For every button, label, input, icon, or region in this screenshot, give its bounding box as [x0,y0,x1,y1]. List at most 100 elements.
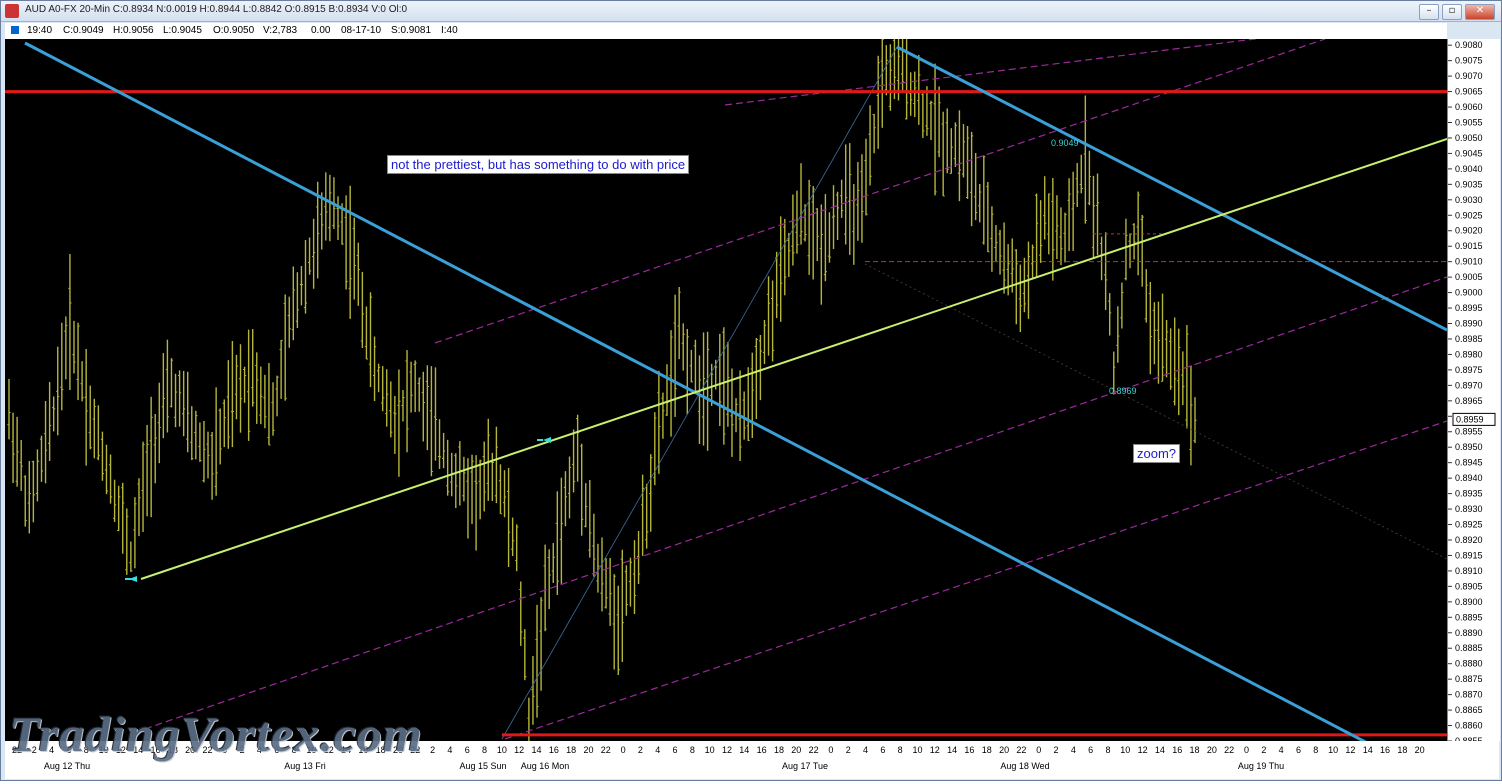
time-tick-label: 16 [757,745,767,755]
time-tick-label: 12 [1345,745,1355,755]
price-tick-label: 0.9050 [1455,133,1483,143]
time-tick-label: 14 [1363,745,1373,755]
price-tick-label: 0.8885 [1455,643,1483,653]
chart-canvas[interactable]: 0.9049 0.8969 [5,23,1448,755]
price-tick-label: 0.8945 [1455,458,1483,468]
price-tick-label: 0.9025 [1455,210,1483,220]
price-tick-label: 0.8905 [1455,581,1483,591]
info-open: O:0.9050 [213,25,255,36]
time-tick-label: 16 [1172,745,1182,755]
low-point-label: 0.8969 [1109,386,1137,396]
time-tick-label: 12 [514,745,524,755]
time-tick-label: 4 [447,745,452,755]
price-tick-label: 0.8935 [1455,489,1483,499]
time-tick-label: 18 [1190,745,1200,755]
maximize-button[interactable]: ▫ [1442,4,1462,20]
info-i: I:40 [441,25,458,36]
price-tick-label: 0.9040 [1455,164,1483,174]
current-price-label: 0.8959 [1456,414,1484,424]
zoom-annotation-note: zoom? [1133,444,1181,463]
time-tick-label: 0 [1244,745,1249,755]
price-tick-label: 0.8950 [1455,442,1483,452]
time-tick-label: 22 [1224,745,1234,755]
info-close: C:0.9049 [63,25,104,36]
time-tick-label: 8 [1313,745,1318,755]
time-tick-label: 0 [828,745,833,755]
time-tick-label: 4 [1279,745,1284,755]
time-tick-label: 6 [880,745,885,755]
time-tick-label: 10 [912,745,922,755]
time-tick-label: 8 [1105,745,1110,755]
time-tick-label: 2 [638,745,643,755]
info-low: L:0.9045 [163,25,202,36]
price-tick-label: 0.9035 [1455,179,1483,189]
time-tick-label: 16 [964,745,974,755]
price-tick-label: 0.8870 [1455,690,1483,700]
price-tick-label: 0.9030 [1455,195,1483,205]
price-chart[interactable]: 0.9049 0.8969 [5,23,1448,755]
time-tick-label: 10 [497,745,507,755]
time-tick-label: 2 [846,745,851,755]
price-tick-label: 0.9005 [1455,272,1483,282]
price-tick-label: 0.8970 [1455,380,1483,390]
time-tick-label: 4 [863,745,868,755]
price-tick-label: 0.8880 [1455,659,1483,669]
watermark-logo: TradingVortex.com [9,706,423,762]
time-tick-label: 12 [930,745,940,755]
time-tick-label: 14 [1155,745,1165,755]
time-tick-label: 22 [1016,745,1026,755]
time-tick-label: 0 [1036,745,1041,755]
price-tick-label: 0.9060 [1455,102,1483,112]
time-tick-label: 4 [655,745,660,755]
time-tick-label: 14 [739,745,749,755]
price-tick-label: 0.9045 [1455,148,1483,158]
price-axis[interactable]: 0.9080 0.9075 0.9070 0.9065 0.9060 0.9055 0.90… [1447,39,1500,746]
time-tick-label: 20 [583,745,593,755]
price-tick-label: 0.8900 [1455,597,1483,607]
close-button[interactable]: ✕ [1465,4,1495,20]
date-label: Aug 19 Thu [1238,761,1284,771]
info-s: S:0.9081 [391,25,432,36]
window-title: AUD A0-FX 20-Min C:0.8934 N:0.0019 H:0.8… [25,4,408,15]
price-tick-label: 0.8925 [1455,520,1483,530]
price-tick-label: 0.8875 [1455,674,1483,684]
date-label: Aug 18 Wed [1000,761,1049,771]
price-annotation-note: not the prettiest, but has something to … [387,155,690,174]
time-tick-label: 18 [566,745,576,755]
minimize-button[interactable]: – [1419,4,1439,20]
time-tick-label: 0 [621,745,626,755]
price-tick-label: 0.9020 [1455,226,1483,236]
time-tick-label: 2 [1261,745,1266,755]
date-label: Aug 16 Mon [521,761,570,771]
time-tick-label: 12 [1138,745,1148,755]
price-tick-label: 0.8965 [1455,396,1483,406]
title-bar[interactable]: AUD A0-FX 20-Min C:0.8934 N:0.0019 H:0.8… [1,1,1501,22]
time-tick-label: 8 [482,745,487,755]
price-tick-label: 0.8910 [1455,566,1483,576]
time-tick-label: 22 [601,745,611,755]
info-volume: V:2,783 [263,25,298,36]
price-tick-label: 0.9010 [1455,257,1483,267]
price-tick-label: 0.8895 [1455,612,1483,622]
price-tick-label: 0.8995 [1455,303,1483,313]
price-tick-label: 0.9065 [1455,87,1483,97]
price-tick-label: 0.8985 [1455,334,1483,344]
time-tick-label: 20 [791,745,801,755]
time-tick-label: 8 [898,745,903,755]
chart-window: AUD A0-FX 20-Min C:0.8934 N:0.0019 H:0.8… [0,0,1502,781]
time-tick-label: 20 [1415,745,1425,755]
time-tick-label: 6 [465,745,470,755]
price-tick-label: 0.8940 [1455,473,1483,483]
time-tick-label: 16 [549,745,559,755]
time-tick-label: 2 [1054,745,1059,755]
time-tick-label: 18 [774,745,784,755]
time-tick-label: 12 [722,745,732,755]
time-tick-label: 14 [532,745,542,755]
price-tick-label: 0.8865 [1455,705,1483,715]
price-tick-label: 0.8890 [1455,628,1483,638]
time-tick-label: 10 [1328,745,1338,755]
time-tick-label: 2 [430,745,435,755]
price-tick-label: 0.8920 [1455,535,1483,545]
time-tick-label: 6 [673,745,678,755]
ohlc-info-bar: 19:40 C:0.9049 H:0.9056 L:0.9045 O:0.905… [5,23,1447,39]
